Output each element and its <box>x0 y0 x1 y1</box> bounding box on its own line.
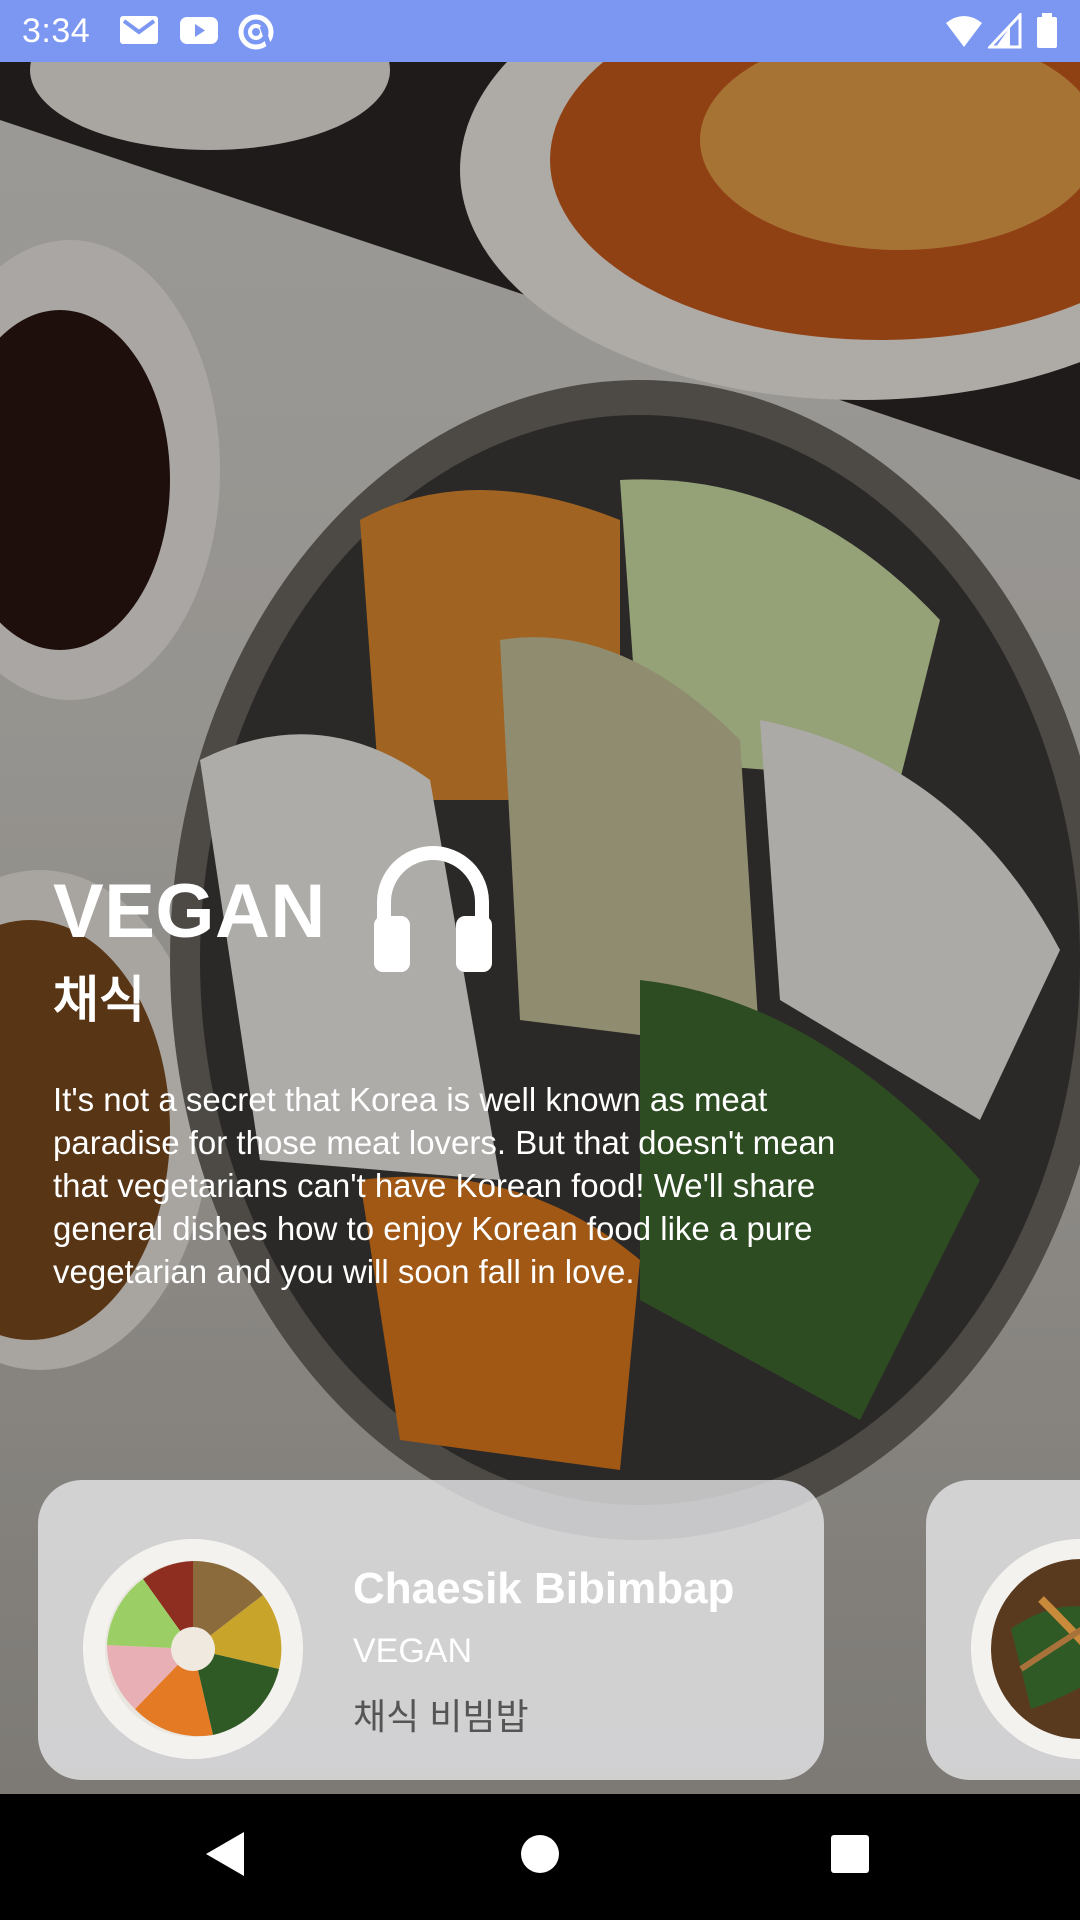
dish-image <box>83 1539 303 1759</box>
dish-category: VEGAN <box>353 1632 473 1670</box>
recents-icon[interactable] <box>820 1824 880 1884</box>
status-time: 3:34 <box>22 12 91 50</box>
wifi-icon <box>944 13 984 54</box>
home-icon[interactable] <box>510 1824 570 1884</box>
back-icon[interactable] <box>196 1824 256 1884</box>
gmail-icon <box>118 13 160 52</box>
category-description: It's not a secret that Korea is well kno… <box>53 1081 836 1290</box>
dish-card[interactable]: Chaesik Bibimbap VEGAN 채식 비빔밥 <box>38 1480 824 1780</box>
battery-icon <box>1036 13 1058 54</box>
status-bar: 3:34 <box>0 0 1080 62</box>
dish-image <box>971 1539 1080 1759</box>
headphones-icon[interactable] <box>370 840 496 974</box>
navigation-bar <box>0 1794 1080 1920</box>
dish-name: Chaesik Bibimbap <box>353 1564 735 1613</box>
category-subtitle-korean: 채식 <box>53 972 145 1028</box>
youtube-icon <box>178 13 220 52</box>
dish-card-next[interactable] <box>926 1480 1080 1780</box>
category-title: VEGAN <box>53 869 326 954</box>
dish-korean-name: 채식 비빔밥 <box>353 1696 529 1737</box>
signal-icon <box>986 11 1022 54</box>
at-sign-icon <box>236 13 276 58</box>
